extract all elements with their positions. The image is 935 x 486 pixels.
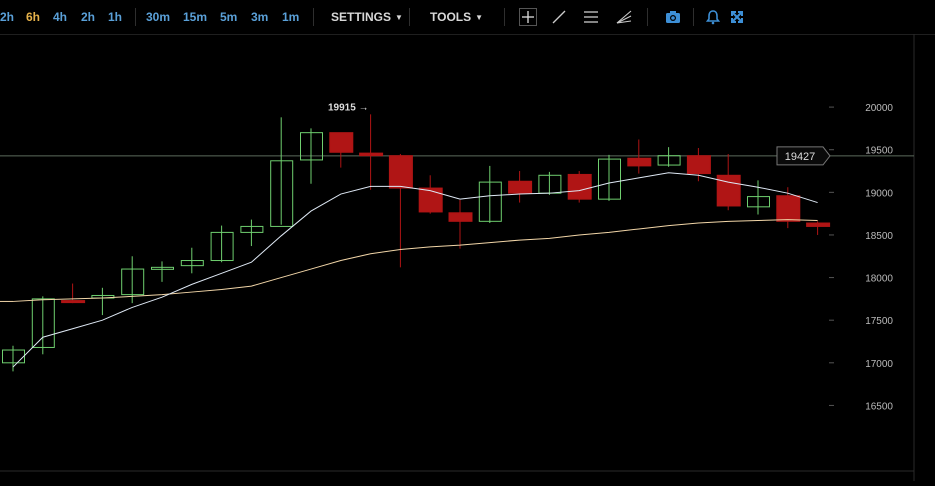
candle-body-down	[806, 222, 831, 227]
candle-body-down	[776, 195, 801, 222]
toolbar-divider	[135, 8, 136, 26]
candle-body-down	[418, 187, 443, 213]
horizontal-lines-icon[interactable]	[581, 7, 601, 27]
y-tick-label: 18000	[865, 274, 893, 285]
high-price-annotation: 19915 →	[328, 102, 369, 113]
candle-body-down	[359, 152, 384, 157]
chevron-down-icon: ▼	[395, 13, 403, 22]
timeframe-hours-6h-button[interactable]: 6h	[26, 10, 40, 24]
tools-menu[interactable]: TOOLS ▼	[430, 10, 483, 24]
settings-menu[interactable]: SETTINGS ▼	[331, 10, 403, 24]
timeframe-minutes-30m-button[interactable]: 30m	[146, 10, 170, 24]
toolbar-divider	[647, 8, 648, 26]
y-tick-label: 19500	[865, 146, 893, 157]
settings-label: SETTINGS	[331, 10, 392, 24]
y-tick-label: 19000	[865, 188, 893, 199]
candlestick-chart[interactable]: 16500 17000 17500 18000 18500 19000 19500 20000…	[0, 34, 935, 481]
camera-icon[interactable]	[663, 7, 683, 27]
timeframe-minutes-5m-button[interactable]: 5m	[220, 10, 237, 24]
trendline-icon[interactable]	[549, 7, 569, 27]
candle-body-down	[567, 173, 592, 200]
y-tick-label: 16500	[865, 401, 893, 412]
timeframe-minutes-15m-button[interactable]: 15m	[183, 10, 207, 24]
ma-slow-line	[12, 219, 818, 302]
toolbar-divider	[313, 8, 314, 26]
price-chart[interactable]: 16500 17000 17500 18000 18500 19000 19500 20000…	[0, 34, 935, 481]
candle-body-down	[448, 212, 473, 222]
toolbar-divider	[504, 8, 505, 26]
timeframe-hours-2h-button[interactable]: 2h	[81, 10, 95, 24]
toolbar-divider	[409, 8, 410, 26]
y-tick-label: 20000	[865, 103, 893, 114]
candle-body-down	[686, 155, 711, 175]
fullscreen-icon[interactable]	[727, 7, 747, 27]
ma-fast-line	[12, 172, 818, 368]
toolbar-divider	[693, 8, 694, 26]
current-price-label: 19427	[785, 151, 816, 163]
candle-body-down	[329, 132, 354, 153]
crosshair-icon[interactable]	[518, 7, 538, 27]
y-tick-label: 18500	[865, 231, 893, 242]
timeframe-hours-1h-button[interactable]: 1h	[108, 10, 122, 24]
timeframe-hours-4h-button[interactable]: 4h	[53, 10, 67, 24]
candle-body-down	[61, 300, 86, 304]
timeframe-hours-2h-button[interactable]: 2h	[0, 10, 14, 24]
timeframe-minutes-3m-button[interactable]: 3m	[251, 10, 268, 24]
bell-icon[interactable]	[703, 7, 723, 27]
chevron-down-icon: ▼	[475, 13, 484, 22]
toolbar: 2h 6h 4h 2h 1h 30m 15m 5m 3m 1m SETTINGS ▼ TOOLS ▼	[0, 0, 935, 35]
tools-label: TOOLS	[430, 10, 472, 24]
candle-body-down	[508, 180, 533, 194]
y-tick-label: 17000	[865, 359, 893, 370]
candle-body-down	[627, 157, 652, 167]
y-tick-label: 17500	[865, 316, 893, 327]
candle-body-down	[388, 155, 413, 189]
timeframe-minutes-1m-button[interactable]: 1m	[282, 10, 299, 24]
fan-icon[interactable]	[614, 7, 634, 27]
